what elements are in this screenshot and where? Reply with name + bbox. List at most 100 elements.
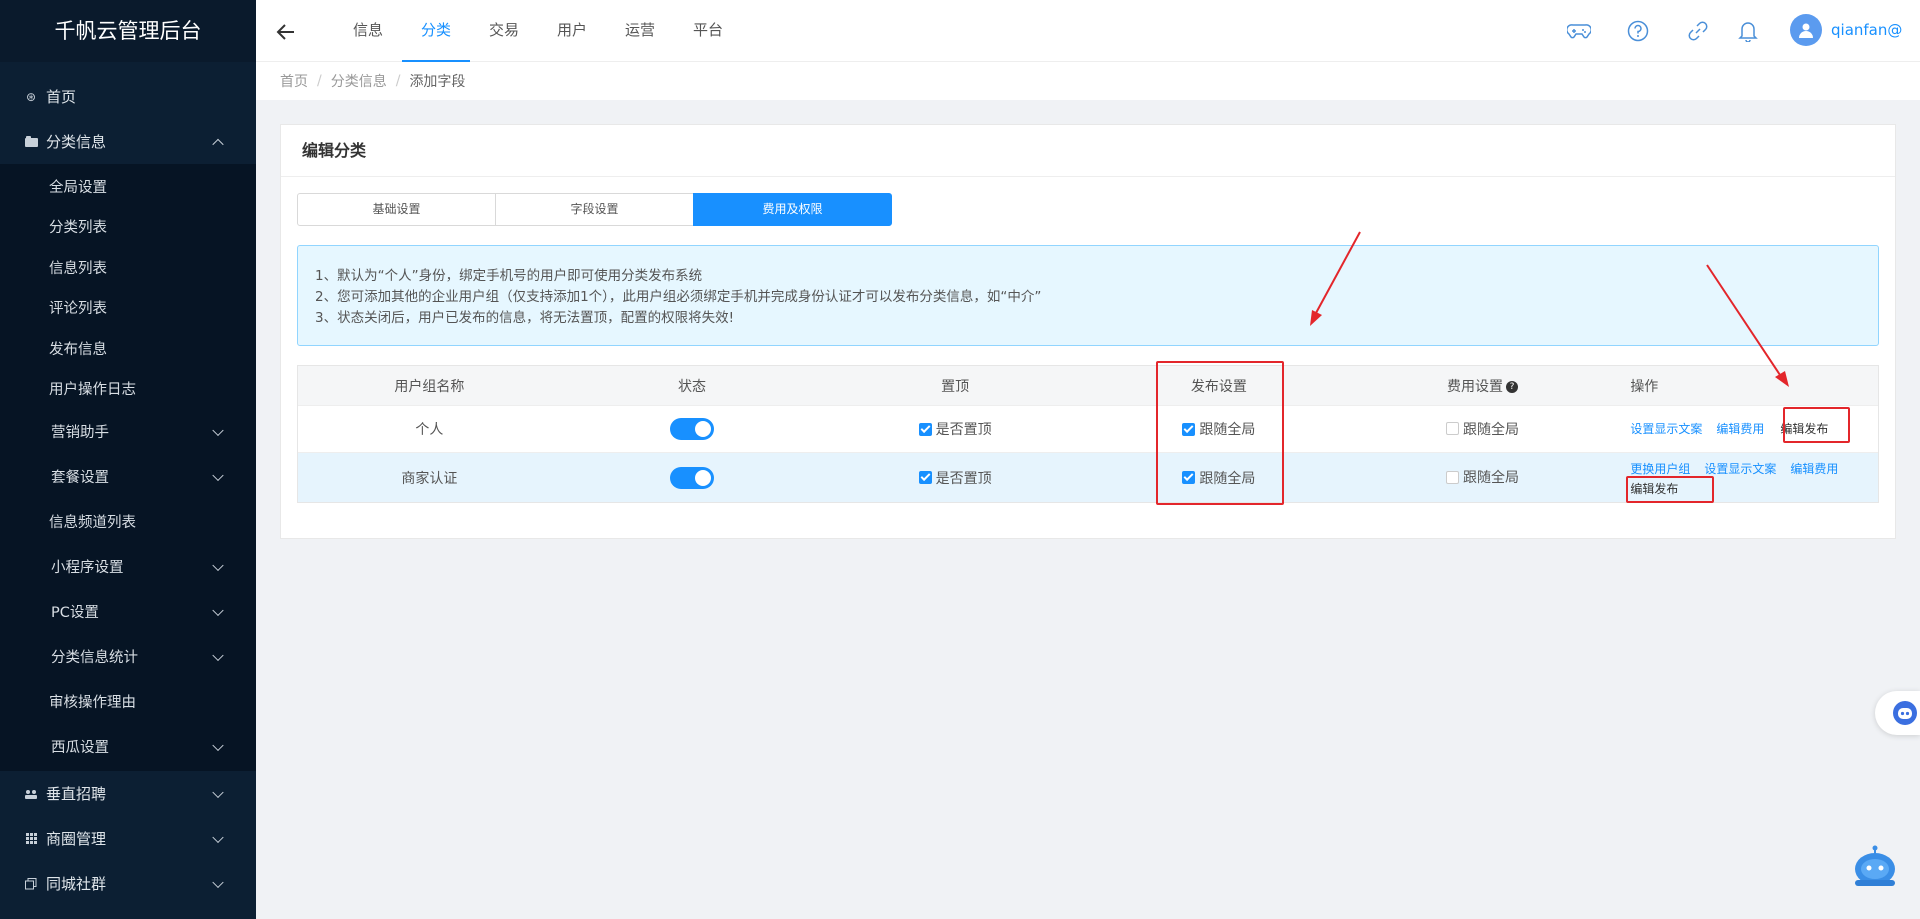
- checkbox-label: 跟随全局: [1462, 421, 1519, 438]
- card-title: 编辑分类: [281, 125, 1895, 177]
- app-title: 千帆云管理后台: [0, 0, 256, 62]
- tab-info[interactable]: 信息: [334, 0, 402, 62]
- sidebar-item-home[interactable]: ⊛ 首页: [0, 74, 256, 119]
- gamepad-icon[interactable]: [1566, 18, 1592, 44]
- publish-checkbox[interactable]: 跟随全局: [1182, 468, 1255, 488]
- notice-box: 1、默认为“个人”身份，绑定手机号的用户即可使用分类发布系统 2、您可添加其他的…: [297, 245, 1879, 346]
- th-fee: 费用设置?: [1351, 376, 1615, 396]
- chevron-down-icon: [212, 424, 224, 436]
- status-toggle[interactable]: [670, 466, 714, 489]
- fee-checkbox[interactable]: 跟随全局: [1445, 467, 1519, 487]
- status-toggle[interactable]: [670, 418, 714, 440]
- link-icon[interactable]: [1685, 18, 1711, 44]
- top-cell: 是否置顶: [823, 468, 1087, 488]
- edit-fee-link[interactable]: 编辑费用: [1716, 422, 1764, 436]
- top-checkbox[interactable]: 是否置顶: [918, 419, 992, 439]
- bell-icon[interactable]: [1735, 18, 1761, 44]
- help-icon[interactable]: ?: [1505, 380, 1518, 393]
- sidebar-subitem-label: 发布信息: [49, 341, 107, 358]
- tab-operation[interactable]: 运营: [606, 0, 674, 62]
- chevron-down-icon: [212, 604, 224, 616]
- edit-publish-link[interactable]: 编辑发布: [1630, 482, 1678, 496]
- sidebar-subitem[interactable]: 分类列表: [0, 207, 256, 248]
- user-menu[interactable]: qianfan@: [1790, 14, 1902, 46]
- sidebar-item-label: 垂直招聘: [46, 785, 107, 803]
- publish-checkbox[interactable]: 跟随全局: [1182, 419, 1255, 439]
- change-group-link[interactable]: 更换用户组: [1630, 462, 1690, 476]
- fee-checkbox[interactable]: 跟随全局: [1445, 419, 1519, 439]
- sidebar-item-business-circle[interactable]: 商圈管理: [0, 816, 256, 861]
- chevron-down-icon: [212, 649, 224, 661]
- checkbox-unchecked-icon: [1445, 470, 1459, 484]
- breadcrumb-home[interactable]: 首页: [280, 71, 308, 91]
- tab-fee-permission[interactable]: 费用及权限: [693, 193, 892, 226]
- tab-user[interactable]: 用户: [538, 0, 606, 62]
- table-row: 商家认证 是否置顶 跟随全局 跟随全局 更换用户组 设置显示文案 编辑费用 编辑发布: [298, 453, 1878, 502]
- sidebar-subgroup[interactable]: PC设置: [0, 589, 256, 634]
- actions-cell: 更换用户组 设置显示文案 编辑费用 编辑发布: [1614, 456, 1878, 499]
- th-group-name: 用户组名称: [394, 378, 465, 395]
- checkbox-label: 跟随全局: [1199, 470, 1256, 487]
- sidebar-subgroup[interactable]: 西瓜设置: [0, 724, 256, 769]
- tab-field-settings[interactable]: 字段设置: [495, 193, 694, 226]
- sidebar-subgroup[interactable]: 分类信息统计: [0, 634, 256, 679]
- tab-basic-settings[interactable]: 基础设置: [297, 193, 496, 226]
- sidebar-item-community[interactable]: 同城社群: [0, 861, 256, 906]
- group-name: 商家认证: [401, 470, 458, 487]
- sidebar-subitem[interactable]: 信息频道列表: [0, 499, 256, 544]
- sidebar-subgroup-label: 分类信息统计: [51, 650, 138, 666]
- assistant-float-button[interactable]: [1875, 691, 1920, 735]
- tab-trade[interactable]: 交易: [470, 0, 538, 62]
- sidebar-subitem[interactable]: 全局设置: [0, 166, 256, 207]
- chevron-down-icon: [212, 831, 224, 843]
- chevron-down-icon: [212, 876, 224, 888]
- sidebar-item-label: 分类信息: [46, 133, 107, 151]
- user-name: qianfan@: [1831, 21, 1903, 39]
- checkbox-checked-icon: [1182, 471, 1196, 484]
- sidebar-subgroup[interactable]: 小程序设置: [0, 544, 256, 589]
- sidebar-subgroup[interactable]: 营销助手: [0, 409, 256, 454]
- edit-publish-link[interactable]: 编辑发布: [1780, 422, 1828, 436]
- breadcrumb-current: 添加字段: [409, 74, 466, 90]
- edit-fee-link[interactable]: 编辑费用: [1790, 462, 1838, 476]
- top-checkbox[interactable]: 是否置顶: [918, 468, 992, 488]
- set-display-text-link[interactable]: 设置显示文案: [1704, 462, 1776, 476]
- breadcrumb-separator: /: [395, 73, 401, 89]
- sidebar-subitem[interactable]: 发布信息: [0, 328, 256, 369]
- sidebar-subitem-label: 信息频道列表: [49, 515, 136, 531]
- sidebar-subitem-label: 用户操作日志: [49, 382, 136, 399]
- chevron-up-icon: [212, 138, 224, 150]
- avatar: [1790, 14, 1822, 46]
- back-arrow-icon[interactable]: [274, 20, 298, 44]
- publish-cell: 跟随全局: [1087, 419, 1351, 439]
- sidebar-subitem-label: 信息列表: [49, 260, 107, 277]
- checkbox-label: 是否置顶: [935, 470, 992, 487]
- sidebar-subgroup-label: 西瓜设置: [51, 740, 109, 756]
- chat-bot-icon[interactable]: [1851, 842, 1899, 890]
- sidebar-menu-bottom: 垂直招聘 商圈管理 同城社群: [0, 771, 256, 906]
- sidebar-submenu: 全局设置 分类列表 信息列表 评论列表 发布信息 用户操作日志 营销助手 套餐设…: [0, 164, 256, 771]
- recruit-icon: [24, 787, 38, 801]
- tab-classified[interactable]: 分类: [402, 0, 470, 62]
- chevron-down-icon: [212, 559, 224, 571]
- breadcrumb-classified[interactable]: 分类信息: [331, 71, 387, 91]
- checkbox-label: 跟随全局: [1462, 470, 1519, 487]
- sidebar-subitem[interactable]: 评论列表: [0, 288, 256, 329]
- breadcrumb-separator: /: [317, 73, 322, 89]
- sidebar-subitem[interactable]: 审核操作理由: [0, 679, 256, 724]
- sidebar-subitem[interactable]: 信息列表: [0, 247, 256, 288]
- tab-platform[interactable]: 平台: [674, 0, 742, 62]
- breadcrumb: 首页 / 分类信息 / 添加字段: [256, 62, 1920, 100]
- help-circle-icon[interactable]: [1625, 18, 1651, 44]
- sidebar-subgroup-label: PC设置: [51, 605, 99, 621]
- fee-cell: 跟随全局: [1351, 419, 1615, 440]
- checkbox-label: 是否置顶: [935, 422, 992, 438]
- set-display-text-link[interactable]: 设置显示文案: [1630, 422, 1702, 436]
- sidebar-subitem[interactable]: 用户操作日志: [0, 369, 256, 410]
- sidebar-subgroup-label: 营销助手: [51, 425, 109, 441]
- sidebar-subitem-label: 全局设置: [49, 179, 107, 196]
- sidebar-item-classified[interactable]: 分类信息: [0, 119, 256, 164]
- sidebar-item-recruit[interactable]: 垂直招聘: [0, 771, 256, 816]
- sidebar-subgroup[interactable]: 套餐设置: [0, 454, 256, 499]
- top-cell: 是否置顶: [823, 419, 1087, 439]
